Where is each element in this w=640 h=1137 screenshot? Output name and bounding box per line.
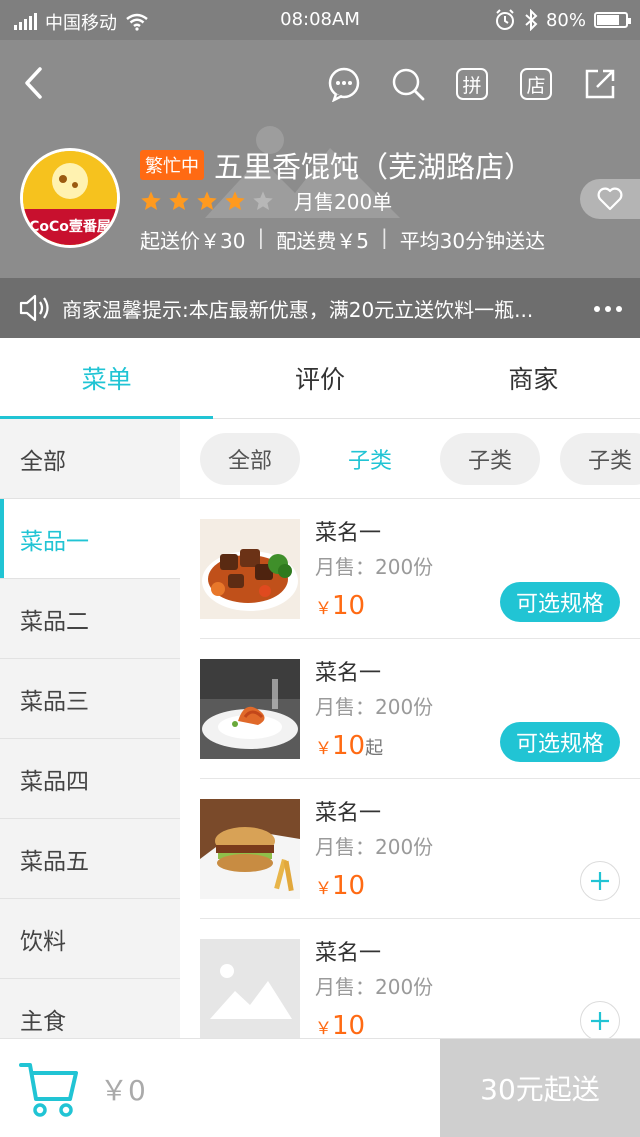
heart-icon: [597, 187, 623, 211]
dish-sales: 月售：200份: [315, 975, 434, 999]
chip-subcategory[interactable]: 子类: [440, 433, 540, 485]
shop-header: 拼 店 CoCo壹番屋 繁忙中 五里香馄饨（芜湖路店） 月售200单 起送价￥3…: [0, 40, 640, 278]
shop-logo: CoCo壹番屋: [20, 148, 120, 248]
dish-name: 菜名一: [315, 661, 382, 686]
notice-bar[interactable]: 商家温馨提示:本店最新优惠，满20元立送饮料一瓶...: [0, 278, 640, 338]
category-all[interactable]: 全部: [0, 419, 180, 499]
notice-text: 商家温馨提示:本店最新优惠，满20元立送饮料一瓶...: [62, 298, 534, 322]
dish-name: 菜名一: [315, 521, 382, 546]
dish-item[interactable]: 菜名一 月售：200份 ￥10: [200, 779, 640, 919]
bluetooth-icon: [525, 9, 538, 31]
subcategory-chips: 全部 子类 子类 子类: [200, 433, 640, 485]
min-order: 起送价￥30: [140, 229, 246, 253]
dish-price: ￥10: [315, 1011, 366, 1038]
category-dish-5[interactable]: 菜品五: [0, 819, 180, 899]
alarm-icon: [495, 9, 514, 30]
dish-image: [200, 799, 300, 899]
category-staple[interactable]: 主食: [0, 979, 180, 1038]
dish-item[interactable]: 菜名一 月售：200份 ￥10 可选规格: [200, 499, 640, 639]
chip-all[interactable]: 全部: [200, 433, 300, 485]
monthly-sales: 月售200单: [294, 190, 393, 214]
category-dish-1[interactable]: 菜品一: [0, 499, 180, 579]
battery-percent: 80%: [545, 9, 586, 31]
category-dish-3[interactable]: 菜品三: [0, 659, 180, 739]
dish-sales: 月售：200份: [315, 695, 434, 719]
image-placeholder-icon: [200, 939, 300, 1038]
avg-delivery-time: 平均30分钟送达: [399, 229, 546, 253]
add-to-cart-button[interactable]: [580, 1001, 620, 1038]
delivery-fee: 配送费￥5: [276, 229, 369, 253]
dish-price: ￥10: [315, 871, 366, 901]
shop-icon: 店: [520, 68, 552, 100]
dish-image: [200, 659, 300, 759]
search-button[interactable]: [388, 64, 428, 104]
tab-menu[interactable]: 菜单: [0, 338, 214, 419]
chip-subcategory[interactable]: 子类: [560, 433, 640, 485]
rating-stars: [140, 190, 274, 212]
chip-subcategory[interactable]: 子类: [320, 433, 420, 485]
star-filled-icon: [169, 190, 189, 210]
shop-logo-image: CoCo壹番屋: [23, 151, 117, 245]
star-filled-icon: [197, 190, 217, 210]
group-order-button[interactable]: 拼: [452, 64, 492, 104]
share-icon: [585, 69, 615, 99]
shop-name: 五里香馄饨（芜湖路店）: [214, 150, 534, 184]
tab-reviews[interactable]: 评价: [213, 338, 426, 418]
checkout-button[interactable]: 30元起送: [440, 1039, 640, 1137]
category-sidebar: 全部 菜品一 菜品二 菜品三 菜品四 菜品五 饮料 主食: [0, 419, 180, 1038]
dish-sales: 月售：200份: [315, 555, 434, 579]
dish-list-panel: 全部 子类 子类 子类 菜名一 月售：200份 ￥10 可选规格 菜名一 月售：…: [180, 419, 640, 1038]
category-drinks[interactable]: 饮料: [0, 899, 180, 979]
battery-icon: [594, 12, 631, 28]
star-empty-icon: [253, 190, 273, 210]
dish-price: ￥10起: [315, 731, 384, 761]
more-icon[interactable]: [594, 306, 622, 312]
dish-item[interactable]: 菜名一 月售：200份 ￥10: [200, 919, 640, 1038]
shop-button[interactable]: 店: [516, 64, 556, 104]
star-filled-icon: [141, 190, 161, 210]
cart-icon[interactable]: [18, 1059, 80, 1119]
add-to-cart-button[interactable]: [580, 861, 620, 901]
search-icon: [392, 68, 425, 101]
group-order-icon: 拼: [456, 68, 488, 100]
status-bar: 中国移动 08:08AM 80%: [0, 0, 640, 40]
star-filled-icon: [225, 190, 245, 210]
plus-icon: [591, 872, 609, 890]
back-button[interactable]: [18, 66, 52, 100]
logo-text: CoCo壹番屋: [29, 218, 111, 235]
dish-item[interactable]: 菜名一 月售：200份 ￥10起 可选规格: [200, 639, 640, 779]
chat-icon: [328, 67, 360, 102]
tab-bar: 菜单 评价 商家: [0, 338, 640, 419]
tab-merchant[interactable]: 商家: [427, 338, 640, 418]
busy-badge: 繁忙中: [140, 150, 204, 180]
dish-name: 菜名一: [315, 941, 382, 966]
cart-bar: ￥0 30元起送: [0, 1038, 640, 1137]
favorite-button[interactable]: [580, 179, 640, 219]
dish-name: 菜名一: [315, 801, 382, 826]
speaker-icon: [19, 294, 49, 322]
chat-button[interactable]: [324, 64, 364, 104]
dish-sales: 月售：200份: [315, 835, 434, 859]
choose-spec-button[interactable]: 可选规格: [500, 582, 620, 622]
cart-total: ￥0: [100, 1074, 146, 1107]
category-dish-4[interactable]: 菜品四: [0, 739, 180, 819]
category-dish-2[interactable]: 菜品二: [0, 579, 180, 659]
divider: |: [380, 225, 388, 249]
share-button[interactable]: [580, 64, 620, 104]
dish-image: [200, 519, 300, 619]
plus-icon: [591, 1012, 609, 1030]
choose-spec-button[interactable]: 可选规格: [500, 722, 620, 762]
dish-price: ￥10: [315, 591, 366, 621]
divider: |: [257, 225, 265, 249]
